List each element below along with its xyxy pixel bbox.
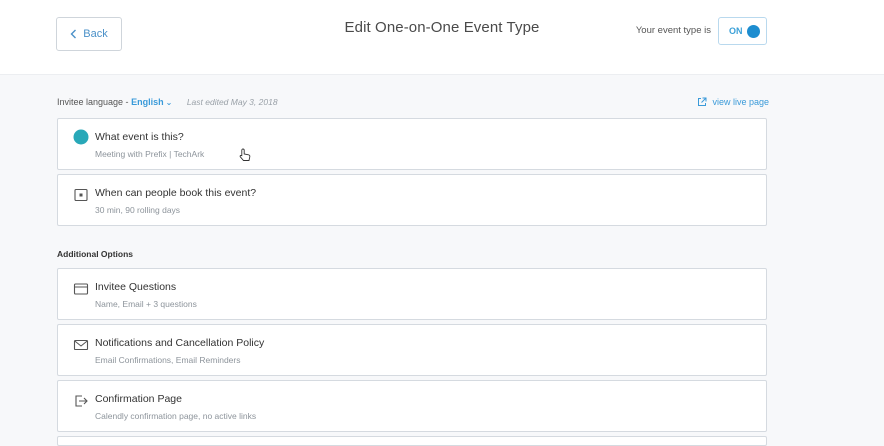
envelope-icon [73, 339, 89, 351]
meta-row: Invitee language - English ⌄ Last edited … [57, 97, 769, 111]
view-live-page-link[interactable]: view live page [697, 97, 769, 107]
card-title: Confirmation Page [95, 393, 182, 405]
notifications-card[interactable]: Notifications and Cancellation Policy Em… [57, 324, 767, 376]
event-details-card[interactable]: What event is this? Meeting with Prefix … [57, 118, 767, 170]
view-live-label: view live page [712, 97, 769, 107]
card-title: Notifications and Cancellation Policy [95, 337, 265, 349]
language-value: English [131, 97, 164, 107]
hand-cursor-icon [239, 148, 251, 161]
availability-card[interactable]: When can people book this event? 30 min,… [57, 174, 767, 226]
invitee-questions-card[interactable]: Invitee Questions Name, Email + 3 questi… [57, 268, 767, 320]
event-color-dot-icon [73, 129, 89, 145]
card-subtitle: Meeting with Prefix | TechArk [95, 149, 205, 159]
next-option-card[interactable] [57, 436, 767, 446]
language-dropdown[interactable]: English ⌄ [131, 97, 175, 107]
calendar-icon [74, 188, 88, 202]
exit-arrow-icon [75, 395, 88, 407]
event-status-label: Your event type is [635, 25, 711, 36]
external-link-icon [698, 97, 707, 106]
top-header: Back Edit One-on-One Event Type Your eve… [0, 0, 884, 75]
language-label: Invitee language - [57, 97, 129, 107]
card-subtitle: Email Confirmations, Email Reminders [95, 355, 241, 365]
form-icon [73, 283, 89, 295]
event-on-toggle[interactable]: ON [718, 17, 767, 45]
card-title: What event is this? [95, 131, 184, 143]
chevron-down-icon: ⌄ [165, 98, 173, 107]
card-subtitle: Name, Email + 3 questions [95, 299, 197, 309]
last-edited-text: Last edited May 3, 2018 [186, 97, 278, 107]
card-subtitle: Calendly confirmation page, no active li… [95, 411, 257, 421]
toggle-knob [747, 25, 760, 38]
card-title: Invitee Questions [95, 281, 177, 293]
additional-options-heading: Additional Options [57, 249, 134, 259]
card-title: When can people book this event? [95, 187, 257, 199]
card-subtitle: 30 min, 90 rolling days [95, 205, 181, 215]
toggle-label: ON [729, 26, 743, 36]
confirmation-page-card[interactable]: Confirmation Page Calendly confirmation … [57, 380, 767, 432]
